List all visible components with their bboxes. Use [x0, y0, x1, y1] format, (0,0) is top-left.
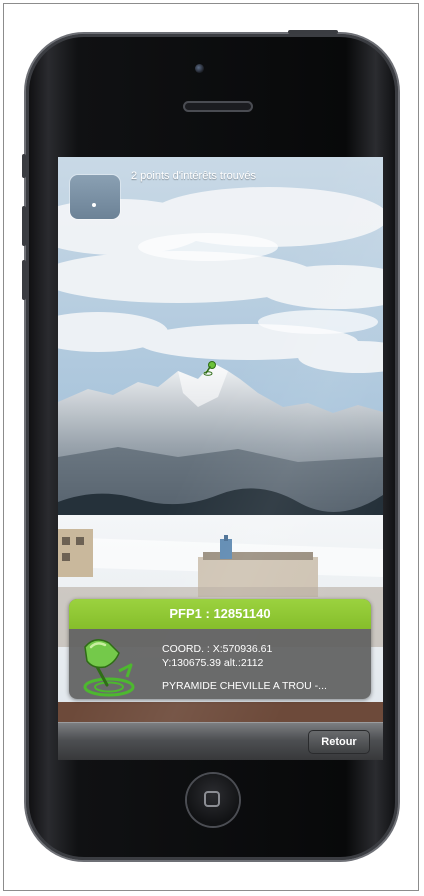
green-pushpin-target-icon [75, 633, 143, 699]
ar-screen: 2 points d'intérêts trouvés PFP1 : 12851… [58, 157, 383, 760]
green-pushpin-icon[interactable] [203, 360, 219, 381]
bottom-toolbar: Retour [58, 722, 383, 760]
volume-down-button [22, 260, 26, 300]
home-square-icon [204, 791, 220, 807]
front-camera [195, 64, 204, 73]
volume-up-button [22, 206, 26, 246]
poi-description: PYRAMIDE CHEVILLE A TROU -... [162, 680, 327, 692]
thumbnail-dot [92, 203, 96, 207]
earpiece-speaker [183, 101, 253, 112]
back-button[interactable]: Retour [308, 730, 370, 754]
poi-info-card[interactable]: PFP1 : 12851140 COORD. : X:570936.61 Y:1… [69, 599, 371, 699]
mute-switch [22, 154, 26, 178]
poi-coord-x: COORD. : X:570936.61 [162, 643, 273, 655]
poi-title: PFP1 : 12851140 [69, 599, 371, 629]
power-button [288, 30, 338, 34]
poi-coord-y-alt: Y:130675.39 alt.:2112 [162, 657, 264, 669]
home-button[interactable] [187, 774, 239, 826]
camera-thumbnail-icon[interactable] [70, 175, 120, 219]
points-found-label: 2 points d'intérêts trouvés [131, 170, 257, 182]
